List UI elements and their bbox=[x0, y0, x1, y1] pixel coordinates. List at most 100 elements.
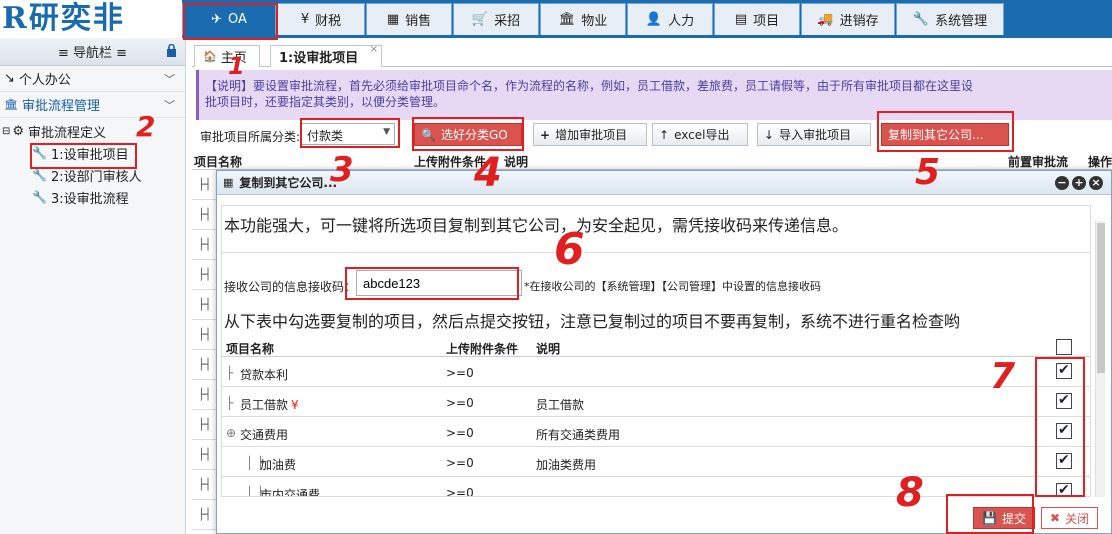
item-name: 交通费用 bbox=[240, 426, 291, 443]
close-label: 关闭 bbox=[1065, 511, 1090, 526]
col-name: 项目名称 bbox=[226, 342, 275, 356]
user-icon: 👤 bbox=[645, 12, 663, 27]
select-all-checkbox[interactable] bbox=[1056, 339, 1072, 355]
chevron-down-icon: ﹀ bbox=[164, 72, 175, 86]
top-bar: R研奕非 ✈ OA ¥ 财税 ▦ 销售 🛒 采招 🏛 物业 👤 人力 ▤ 项目 🚚 进销存 🔧 系统管理 bbox=[0, 0, 1112, 38]
scrollbar-thumb[interactable] bbox=[1097, 223, 1105, 373]
item-desc: 所有交通类费用 bbox=[536, 428, 621, 442]
annotation-number: 1 bbox=[228, 52, 245, 80]
logo: R研奕非 bbox=[0, 0, 182, 38]
bank-icon: 🏛 bbox=[4, 98, 18, 111]
x-icon: ✖ bbox=[1050, 511, 1061, 525]
annotation-number: 2 bbox=[136, 110, 156, 143]
gears-icon: ⚙ bbox=[12, 123, 25, 139]
list-item[interactable]: ├ 贷款本利 >=0 bbox=[222, 357, 1090, 387]
annotation-number: 3 bbox=[330, 150, 354, 190]
grid-row-stub: ├┤ bbox=[192, 290, 216, 320]
tree-line: ⊕ bbox=[226, 426, 237, 440]
list-item[interactable]: ⊕ 交通费用 >=0 所有交通类费用 bbox=[222, 417, 1090, 447]
grid-row-stub: ├┤ bbox=[192, 350, 216, 380]
yen-icon: ¥ bbox=[300, 12, 310, 27]
import-button[interactable]: ↓ 导入审批项目 bbox=[757, 123, 871, 146]
nav-label: 系统管理 bbox=[935, 14, 988, 29]
tree-item-approval-flow[interactable]: 🔧 3:设审批流程 bbox=[0, 186, 185, 208]
nav-label: 财税 bbox=[315, 14, 342, 29]
sidebar-header: ≡ 导航栏 ≡ bbox=[0, 38, 185, 66]
sidebar-section-label: 审批流程管理 bbox=[21, 99, 100, 114]
col-prev: 前置审批流 bbox=[1008, 155, 1069, 169]
tab-label: 1:设审批项目 bbox=[279, 51, 359, 66]
tab-strip: 🏠 主页 1:设审批项目 × bbox=[192, 43, 1112, 67]
category-label: 审批项目所属分类: bbox=[200, 130, 301, 144]
code-hint: *在接收公司的【系统管理】【公司管理】中设置的信息接收码 bbox=[524, 280, 821, 293]
tree-root[interactable]: ⊟ ⚙ 审批流程定义 bbox=[0, 120, 185, 142]
annotation-number: 4 bbox=[474, 150, 502, 196]
item-name: 市内交通费 bbox=[260, 486, 323, 496]
dialog-body: 本功能强大，可一键将所选项目复制到其它公司，为安全起见，需凭接收码来传递信息。 … bbox=[221, 205, 1091, 497]
col-name: 项目名称 bbox=[194, 155, 243, 169]
close-button[interactable]: ✖ 关闭 bbox=[1041, 507, 1099, 529]
col-op: 操作 bbox=[1088, 155, 1112, 169]
nav-item-1[interactable]: ¥ 财税 bbox=[277, 3, 365, 35]
list-item[interactable]: │ ├ 加油费 >=0 加油类费用 bbox=[222, 447, 1090, 477]
grid-row-stub: ├┤ bbox=[192, 500, 216, 530]
item-attach: >=0 bbox=[446, 456, 474, 470]
dialog-scrollbar[interactable] bbox=[1095, 221, 1105, 497]
item-attach: >=0 bbox=[446, 366, 474, 380]
tab-approval-items[interactable]: 1:设审批项目 × bbox=[270, 44, 382, 67]
code-label: 接收公司的信息接收码： bbox=[224, 280, 357, 294]
annotation-number: 6 bbox=[554, 224, 585, 275]
item-name-text: 交通费用 bbox=[240, 428, 289, 442]
nav-item-4[interactable]: 🏛 物业 bbox=[540, 3, 626, 35]
item-name-text: 加油费 bbox=[260, 458, 297, 472]
excel-label: excel导出 bbox=[674, 128, 730, 142]
maximize-icon[interactable]: + bbox=[1072, 176, 1086, 190]
grid-row-stub: ├┤ bbox=[192, 200, 216, 230]
grid-row-stub: ├┤ bbox=[192, 410, 216, 440]
close-icon[interactable]: × bbox=[370, 44, 378, 55]
arrow-icon: ↘ bbox=[4, 71, 15, 86]
grid-row-stub: ├┤ bbox=[192, 380, 216, 410]
divider bbox=[222, 252, 1090, 253]
grid-rows-behind: ├┤ ├┤ ├┤ ├┤ ├┤ ├┤ ├┤ ├┤ ├┤ ├┤ ├┤ ├┤ bbox=[192, 170, 216, 534]
nav-item-7[interactable]: 🚚 进销存 bbox=[801, 3, 895, 35]
tree-line: ├ bbox=[226, 396, 234, 410]
tab-home[interactable]: 🏠 主页 bbox=[194, 45, 260, 67]
minimize-icon[interactable]: − bbox=[1055, 176, 1069, 190]
close-icon[interactable]: × bbox=[1089, 176, 1103, 190]
item-desc: 员工借款 bbox=[536, 398, 585, 412]
item-attach: >=0 bbox=[446, 396, 474, 410]
cart-icon: 🛒 bbox=[471, 12, 489, 27]
item-name: 员工借款 ¥ bbox=[240, 396, 299, 413]
nav-item-2[interactable]: ▦ 销售 bbox=[366, 3, 452, 35]
building-icon: ▤ bbox=[734, 12, 748, 27]
sidebar-section-personal[interactable]: ↘ 个人办公 ﹀ bbox=[0, 66, 185, 92]
collapse-icon: ⊟ bbox=[2, 125, 11, 137]
item-attach: >=0 bbox=[446, 486, 474, 497]
col-desc: 说明 bbox=[536, 342, 561, 356]
col-desc: 说明 bbox=[504, 155, 529, 169]
nav-label: 采招 bbox=[494, 14, 521, 29]
dialog-intro: 本功能强大，可一键将所选项目复制到其它公司，为安全起见，需凭接收码来传递信息。 bbox=[224, 216, 849, 235]
nav-item-6[interactable]: ▤ 项目 bbox=[714, 3, 800, 35]
nav-label: 销售 bbox=[405, 14, 432, 29]
tree-line: ├ bbox=[226, 366, 234, 380]
nav-item-8[interactable]: 🔧 系统管理 bbox=[896, 3, 1004, 35]
annotation-box-oa bbox=[183, 3, 278, 40]
bank-icon: 🏛 bbox=[558, 12, 576, 27]
lock-icon[interactable] bbox=[166, 44, 177, 57]
item-name-text: 贷款本利 bbox=[240, 368, 289, 382]
grid-row-stub: ├┤ bbox=[192, 470, 216, 500]
list-item[interactable]: ├ 员工借款 ¥ >=0 员工借款 bbox=[222, 387, 1090, 417]
item-attach: >=0 bbox=[446, 426, 474, 440]
add-item-button[interactable]: + 增加审批项目 bbox=[533, 123, 647, 146]
excel-export-button[interactable]: ↑ excel导出 bbox=[652, 123, 748, 146]
sidebar: ≡ 导航栏 ≡ ↘ 个人办公 ﹀ 🏛 审批流程管理 ﹀ ⊟ ⚙ 审批流程定义 🔧… bbox=[0, 38, 186, 534]
grid-row-stub: ├┤ bbox=[192, 260, 216, 290]
nav-label: 物业 bbox=[581, 14, 608, 29]
sidebar-title: ≡ 导航栏 ≡ bbox=[57, 46, 128, 61]
nav-item-5[interactable]: 👤 人力 bbox=[627, 3, 713, 35]
annotation-number: 8 bbox=[896, 470, 924, 516]
sidebar-section-approval[interactable]: 🏛 审批流程管理 ﹀ bbox=[0, 92, 185, 118]
nav-item-3[interactable]: 🛒 采招 bbox=[453, 3, 539, 35]
